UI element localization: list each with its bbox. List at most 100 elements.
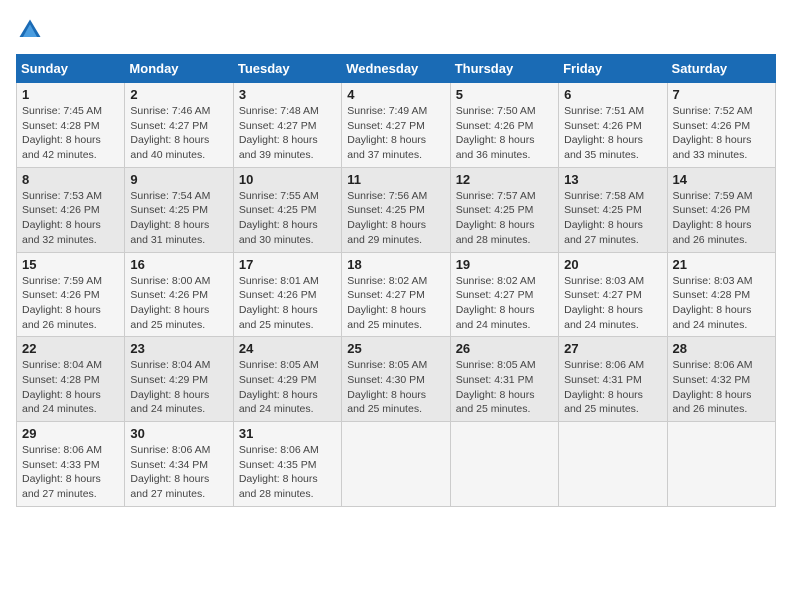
calendar-day-cell: 6Sunrise: 7:51 AMSunset: 4:26 PMDaylight… (559, 83, 667, 168)
day-number: 26 (456, 341, 553, 356)
day-number: 30 (130, 426, 227, 441)
calendar-week-row: 8 Sunrise: 7:53 AMSunset: 4:26 PMDaylight… (17, 167, 776, 252)
day-detail: Sunrise: 8:00 AMSunset: 4:26 PMDaylight:… (130, 274, 227, 333)
calendar-day-cell: 1 Sunrise: 7:45 AMSunset: 4:28 PMDaylight… (17, 83, 125, 168)
page-header (16, 16, 776, 44)
day-detail: Sunrise: 8:06 AMSunset: 4:33 PMDaylight:… (22, 443, 119, 502)
day-number: 13 (564, 172, 661, 187)
day-of-week-header: Friday (559, 55, 667, 83)
day-detail: Sunrise: 7:55 AMSunset: 4:25 PMDaylight:… (239, 189, 336, 248)
day-number: 19 (456, 257, 553, 272)
day-number: 31 (239, 426, 336, 441)
calendar-day-cell: 21 Sunrise: 8:03 AMSunset: 4:28 PMDayligh… (667, 252, 775, 337)
calendar-day-cell: 3 Sunrise: 7:48 AMSunset: 4:27 PMDaylight… (233, 83, 341, 168)
day-number: 18 (347, 257, 444, 272)
calendar-day-cell: 12 Sunrise: 7:57 AMSunset: 4:25 PMDayligh… (450, 167, 558, 252)
calendar-day-cell: 20 Sunrise: 8:03 AMSunset: 4:27 PMDayligh… (559, 252, 667, 337)
day-detail: Sunrise: 7:51 AMSunset: 4:26 PMDaylight:… (564, 104, 661, 163)
day-number: 15 (22, 257, 119, 272)
day-detail: Sunrise: 8:02 AMSunset: 4:27 PMDaylight:… (347, 274, 444, 333)
day-number: 24 (239, 341, 336, 356)
day-number: 20 (564, 257, 661, 272)
day-number: 16 (130, 257, 227, 272)
calendar-day-cell: 19 Sunrise: 8:02 AMSunset: 4:27 PMDayligh… (450, 252, 558, 337)
day-number: 8 (22, 172, 119, 187)
calendar-day-cell: 31 Sunrise: 8:06 AMSunset: 4:35 PMDayligh… (233, 422, 341, 507)
day-number: 5 (456, 87, 553, 102)
day-detail: Sunrise: 8:04 AMSunset: 4:28 PMDaylight:… (22, 358, 119, 417)
calendar-day-cell: 22Sunrise: 8:04 AMSunset: 4:28 PMDayligh… (17, 337, 125, 422)
day-detail: Sunrise: 8:01 AMSunset: 4:26 PMDaylight:… (239, 274, 336, 333)
calendar-week-row: 1 Sunrise: 7:45 AMSunset: 4:28 PMDaylight… (17, 83, 776, 168)
calendar-day-cell: 28Sunrise: 8:06 AMSunset: 4:32 PMDayligh… (667, 337, 775, 422)
day-detail: Sunrise: 7:54 AMSunset: 4:25 PMDaylight:… (130, 189, 227, 248)
day-number: 25 (347, 341, 444, 356)
day-detail: Sunrise: 8:05 AMSunset: 4:29 PMDaylight:… (239, 358, 336, 417)
calendar-day-cell: 5 Sunrise: 7:50 AMSunset: 4:26 PMDaylight… (450, 83, 558, 168)
day-number: 12 (456, 172, 553, 187)
day-detail: Sunrise: 8:06 AMSunset: 4:32 PMDaylight:… (673, 358, 770, 417)
calendar-day-cell (559, 422, 667, 507)
calendar-day-cell: 23 Sunrise: 8:04 AMSunset: 4:29 PMDayligh… (125, 337, 233, 422)
day-number: 4 (347, 87, 444, 102)
calendar-day-cell: 26 Sunrise: 8:05 AMSunset: 4:31 PMDayligh… (450, 337, 558, 422)
day-detail: Sunrise: 7:45 AMSunset: 4:28 PMDaylight:… (22, 104, 119, 163)
day-detail: Sunrise: 7:56 AMSunset: 4:25 PMDaylight:… (347, 189, 444, 248)
day-detail: Sunrise: 8:02 AMSunset: 4:27 PMDaylight:… (456, 274, 553, 333)
calendar-day-cell: 14Sunrise: 7:59 AMSunset: 4:26 PMDayligh… (667, 167, 775, 252)
day-detail: Sunrise: 7:53 AMSunset: 4:26 PMDaylight:… (22, 189, 119, 248)
day-detail: Sunrise: 8:06 AMSunset: 4:31 PMDaylight:… (564, 358, 661, 417)
day-detail: Sunrise: 8:05 AMSunset: 4:31 PMDaylight:… (456, 358, 553, 417)
day-detail: Sunrise: 7:50 AMSunset: 4:26 PMDaylight:… (456, 104, 553, 163)
calendar-day-cell: 18 Sunrise: 8:02 AMSunset: 4:27 PMDayligh… (342, 252, 450, 337)
calendar-day-cell: 8 Sunrise: 7:53 AMSunset: 4:26 PMDaylight… (17, 167, 125, 252)
calendar-header-row: SundayMondayTuesdayWednesdayThursdayFrid… (17, 55, 776, 83)
calendar-week-row: 15Sunrise: 7:59 AMSunset: 4:26 PMDayligh… (17, 252, 776, 337)
day-detail: Sunrise: 8:05 AMSunset: 4:30 PMDaylight:… (347, 358, 444, 417)
day-number: 23 (130, 341, 227, 356)
calendar-day-cell: 4 Sunrise: 7:49 AMSunset: 4:27 PMDaylight… (342, 83, 450, 168)
logo (16, 16, 48, 44)
calendar-day-cell: 29 Sunrise: 8:06 AMSunset: 4:33 PMDayligh… (17, 422, 125, 507)
day-detail: Sunrise: 8:03 AMSunset: 4:28 PMDaylight:… (673, 274, 770, 333)
calendar-day-cell: 24 Sunrise: 8:05 AMSunset: 4:29 PMDayligh… (233, 337, 341, 422)
day-detail: Sunrise: 7:58 AMSunset: 4:25 PMDaylight:… (564, 189, 661, 248)
day-of-week-header: Tuesday (233, 55, 341, 83)
calendar-day-cell: 13 Sunrise: 7:58 AMSunset: 4:25 PMDayligh… (559, 167, 667, 252)
day-detail: Sunrise: 8:04 AMSunset: 4:29 PMDaylight:… (130, 358, 227, 417)
day-number: 21 (673, 257, 770, 272)
calendar-day-cell: 27 Sunrise: 8:06 AMSunset: 4:31 PMDayligh… (559, 337, 667, 422)
day-detail: Sunrise: 7:59 AMSunset: 4:26 PMDaylight:… (673, 189, 770, 248)
day-of-week-header: Saturday (667, 55, 775, 83)
day-detail: Sunrise: 8:06 AMSunset: 4:35 PMDaylight:… (239, 443, 336, 502)
calendar-table: SundayMondayTuesdayWednesdayThursdayFrid… (16, 54, 776, 507)
calendar-day-cell: 9 Sunrise: 7:54 AMSunset: 4:25 PMDaylight… (125, 167, 233, 252)
calendar-day-cell: 11Sunrise: 7:56 AMSunset: 4:25 PMDayligh… (342, 167, 450, 252)
day-number: 7 (673, 87, 770, 102)
calendar-week-row: 29 Sunrise: 8:06 AMSunset: 4:33 PMDayligh… (17, 422, 776, 507)
calendar-day-cell (450, 422, 558, 507)
day-detail: Sunrise: 7:57 AMSunset: 4:25 PMDaylight:… (456, 189, 553, 248)
day-of-week-header: Sunday (17, 55, 125, 83)
day-detail: Sunrise: 7:49 AMSunset: 4:27 PMDaylight:… (347, 104, 444, 163)
day-of-week-header: Wednesday (342, 55, 450, 83)
day-number: 17 (239, 257, 336, 272)
day-number: 1 (22, 87, 119, 102)
day-number: 9 (130, 172, 227, 187)
calendar-day-cell (342, 422, 450, 507)
day-number: 10 (239, 172, 336, 187)
day-detail: Sunrise: 8:03 AMSunset: 4:27 PMDaylight:… (564, 274, 661, 333)
calendar-day-cell (667, 422, 775, 507)
calendar-day-cell: 10 Sunrise: 7:55 AMSunset: 4:25 PMDayligh… (233, 167, 341, 252)
calendar-day-cell: 25 Sunrise: 8:05 AMSunset: 4:30 PMDayligh… (342, 337, 450, 422)
day-number: 3 (239, 87, 336, 102)
calendar-day-cell: 16 Sunrise: 8:00 AMSunset: 4:26 PMDayligh… (125, 252, 233, 337)
calendar-day-cell: 2Sunrise: 7:46 AMSunset: 4:27 PMDaylight… (125, 83, 233, 168)
day-detail: Sunrise: 7:52 AMSunset: 4:26 PMDaylight:… (673, 104, 770, 163)
day-detail: Sunrise: 7:48 AMSunset: 4:27 PMDaylight:… (239, 104, 336, 163)
day-number: 2 (130, 87, 227, 102)
day-number: 29 (22, 426, 119, 441)
day-number: 27 (564, 341, 661, 356)
calendar-week-row: 22Sunrise: 8:04 AMSunset: 4:28 PMDayligh… (17, 337, 776, 422)
calendar-day-cell: 7 Sunrise: 7:52 AMSunset: 4:26 PMDaylight… (667, 83, 775, 168)
